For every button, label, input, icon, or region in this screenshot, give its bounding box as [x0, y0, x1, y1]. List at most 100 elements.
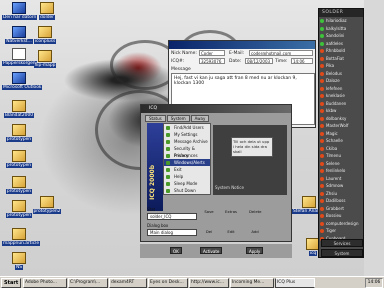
dialog-select[interactable]: Main dialog	[147, 229, 197, 236]
contact-list-item[interactable]: Laurent	[319, 175, 363, 183]
save-button[interactable]: Save	[203, 209, 215, 215]
contact-list-item[interactable]: Sandolini	[319, 32, 363, 40]
contact-list-item[interactable]: Magic	[319, 130, 363, 138]
desktop-icon[interactable]: prototypen	[2, 176, 36, 194]
contact-list-item[interactable]: fenlinkelo	[319, 167, 363, 175]
contact-name: Sandolini	[326, 33, 345, 38]
contact-list-item[interactable]: Dadilboss	[319, 197, 363, 205]
contact-list-item[interactable]: Daloze	[319, 77, 363, 85]
system-tray-clock[interactable]: 14:06	[365, 278, 383, 288]
services-button[interactable]: Services	[321, 239, 363, 247]
taskbar-item[interactable]: Adobe Photo...	[23, 278, 67, 288]
contact-list-item[interactable]: Belodus	[319, 70, 363, 78]
panel-title[interactable]: ICQ	[141, 105, 291, 113]
contact-list-item[interactable]: Buddanen	[319, 100, 363, 108]
contact-list-item[interactable]: Pika	[319, 62, 363, 70]
desktop-icon[interactable]: NS	[2, 252, 36, 270]
desktop-icon[interactable]: prototypen	[2, 124, 36, 142]
time-field[interactable]: 14:06	[291, 58, 313, 64]
offline-flower-icon	[320, 214, 324, 218]
contact-list-item[interactable]: Rhnbbold	[319, 47, 363, 55]
nick-field[interactable]: Coder	[199, 50, 225, 56]
taskbar-item[interactable]: Incoming Me...	[230, 278, 274, 288]
edit-button[interactable]: Edit	[225, 229, 237, 235]
taskbar-item-active[interactable]: ICQ Plus	[275, 278, 315, 288]
offline-flower-icon	[320, 191, 324, 196]
contact-list-item[interactable]: kalkylsitta	[319, 25, 363, 33]
date-field[interactable]: 08/12/2003	[245, 58, 273, 64]
del-button[interactable]: Del	[203, 229, 215, 235]
tab-away[interactable]: Away	[190, 115, 210, 122]
folder-icon	[12, 150, 26, 162]
contact-list-item[interactable]: BottaFiat	[319, 55, 363, 63]
contact-list-item[interactable]: computerdesign	[319, 220, 363, 228]
menu-item-message-archive[interactable]: Message Archive	[164, 138, 210, 145]
contact-name: lefefnen	[326, 85, 343, 91]
folder-icon	[12, 176, 26, 188]
nick-label: Nick Name:	[171, 51, 197, 56]
offline-flower-icon	[320, 116, 324, 121]
contact-list-item[interactable]: MasterWolf	[319, 122, 363, 130]
folder-icon	[12, 100, 26, 112]
contact-list-item[interactable]: Selene	[319, 160, 363, 168]
desktop-icon[interactable]: prototypen	[2, 150, 36, 168]
contact-list-item[interactable]: aafdeles	[319, 40, 363, 48]
desktop-icon[interactable]: mappnun.article	[2, 228, 41, 246]
menu-item-preferences[interactable]: Preferences	[164, 152, 210, 159]
menu-item-my-settings[interactable]: My Settings	[164, 131, 210, 138]
contact-list-item[interactable]: Tiger	[319, 227, 363, 235]
system-button[interactable]: System	[321, 249, 363, 257]
menu-item-shut-down[interactable]: Shut Down	[164, 187, 210, 194]
contact-name: Bossieu	[326, 213, 342, 218]
taskbar-item[interactable]: dexam4RT	[109, 278, 147, 288]
menu-item-help[interactable]: Help	[164, 173, 210, 180]
icq-menu: Find/Add Users My Settings Message Archi…	[163, 123, 211, 195]
status-select[interactable]: solder_ICQ	[147, 213, 197, 220]
message-window-titlebar[interactable]	[169, 41, 315, 49]
desktop-icon[interactable]: Blandat2000	[2, 100, 36, 118]
activate-button[interactable]: Activate	[200, 247, 223, 254]
archive-icon	[166, 140, 170, 144]
add-button[interactable]: Add	[249, 229, 261, 235]
taskbar-item[interactable]: C:\Program\...	[68, 278, 108, 288]
ok-button[interactable]: OK	[170, 247, 182, 254]
contact-list-item[interactable]: Schaelle	[319, 137, 363, 145]
start-button[interactable]: Start	[1, 278, 21, 288]
status-label: Stat	[147, 207, 156, 212]
contact-name: dolbanksy	[326, 115, 347, 121]
desktop-icon[interactable]: prototypen2	[30, 196, 64, 214]
contact-list-item[interactable]: Ckiba	[319, 145, 363, 153]
contact-list-item[interactable]: hilariodiaz	[319, 17, 363, 25]
extras-button[interactable]: Extras	[225, 209, 237, 215]
email-field[interactable]: coder@hotmail.com	[249, 50, 313, 56]
desktop-icon[interactable]: Microsoft Outlook	[2, 72, 43, 90]
tab-status[interactable]: Status	[145, 115, 166, 122]
tab-system[interactable]: System	[166, 115, 190, 122]
contact-list-item[interactable]: Zhsiu	[319, 190, 363, 198]
contact-list-item[interactable]: kneklasie	[319, 92, 363, 100]
contact-list-item[interactable]: dolbanksy	[319, 115, 363, 123]
delete-button[interactable]: Delete	[249, 209, 261, 215]
contact-name: kneklasie	[326, 93, 345, 98]
contact-list-item[interactable]: Bossieu	[319, 212, 363, 220]
menu-item-find-add-users[interactable]: Find/Add Users	[164, 124, 210, 131]
contact-list-item[interactable]: Grabbert	[319, 205, 363, 213]
taskbar-item[interactable]: Eyes on Desk...	[148, 278, 188, 288]
contact-list-item[interactable]: Sdmnow	[319, 182, 363, 190]
desktop-icon[interactable]: iconpluss	[28, 26, 62, 44]
contact-list-title[interactable]: SOLDER	[319, 9, 363, 17]
icq-number-field[interactable]: 32593076	[199, 58, 225, 64]
desktop-icon[interactable]: flip-mapp	[28, 50, 62, 68]
contact-list-item[interactable]: Tlmenu	[319, 152, 363, 160]
taskbar-item[interactable]: http://www.ic...	[189, 278, 229, 288]
submenu-popup[interactable]: Till och dela ut upp i hela din sida dra…	[231, 137, 273, 157]
menu-item-windows-alerts[interactable]: Windows/Alerts	[164, 159, 210, 166]
contact-list-item[interactable]: kkbw	[319, 107, 363, 115]
menu-item-sleep-mode[interactable]: Sleep Mode	[164, 180, 210, 187]
apply-button[interactable]: Apply	[246, 247, 264, 254]
offline-flower-icon	[320, 86, 324, 91]
desktop-icon[interactable]: dolder	[30, 2, 64, 20]
menu-item-exit[interactable]: Exit	[164, 166, 210, 173]
menu-item-security[interactable]: Security & Privacy	[164, 145, 210, 158]
contact-list-item[interactable]: lefefnen	[319, 85, 363, 93]
